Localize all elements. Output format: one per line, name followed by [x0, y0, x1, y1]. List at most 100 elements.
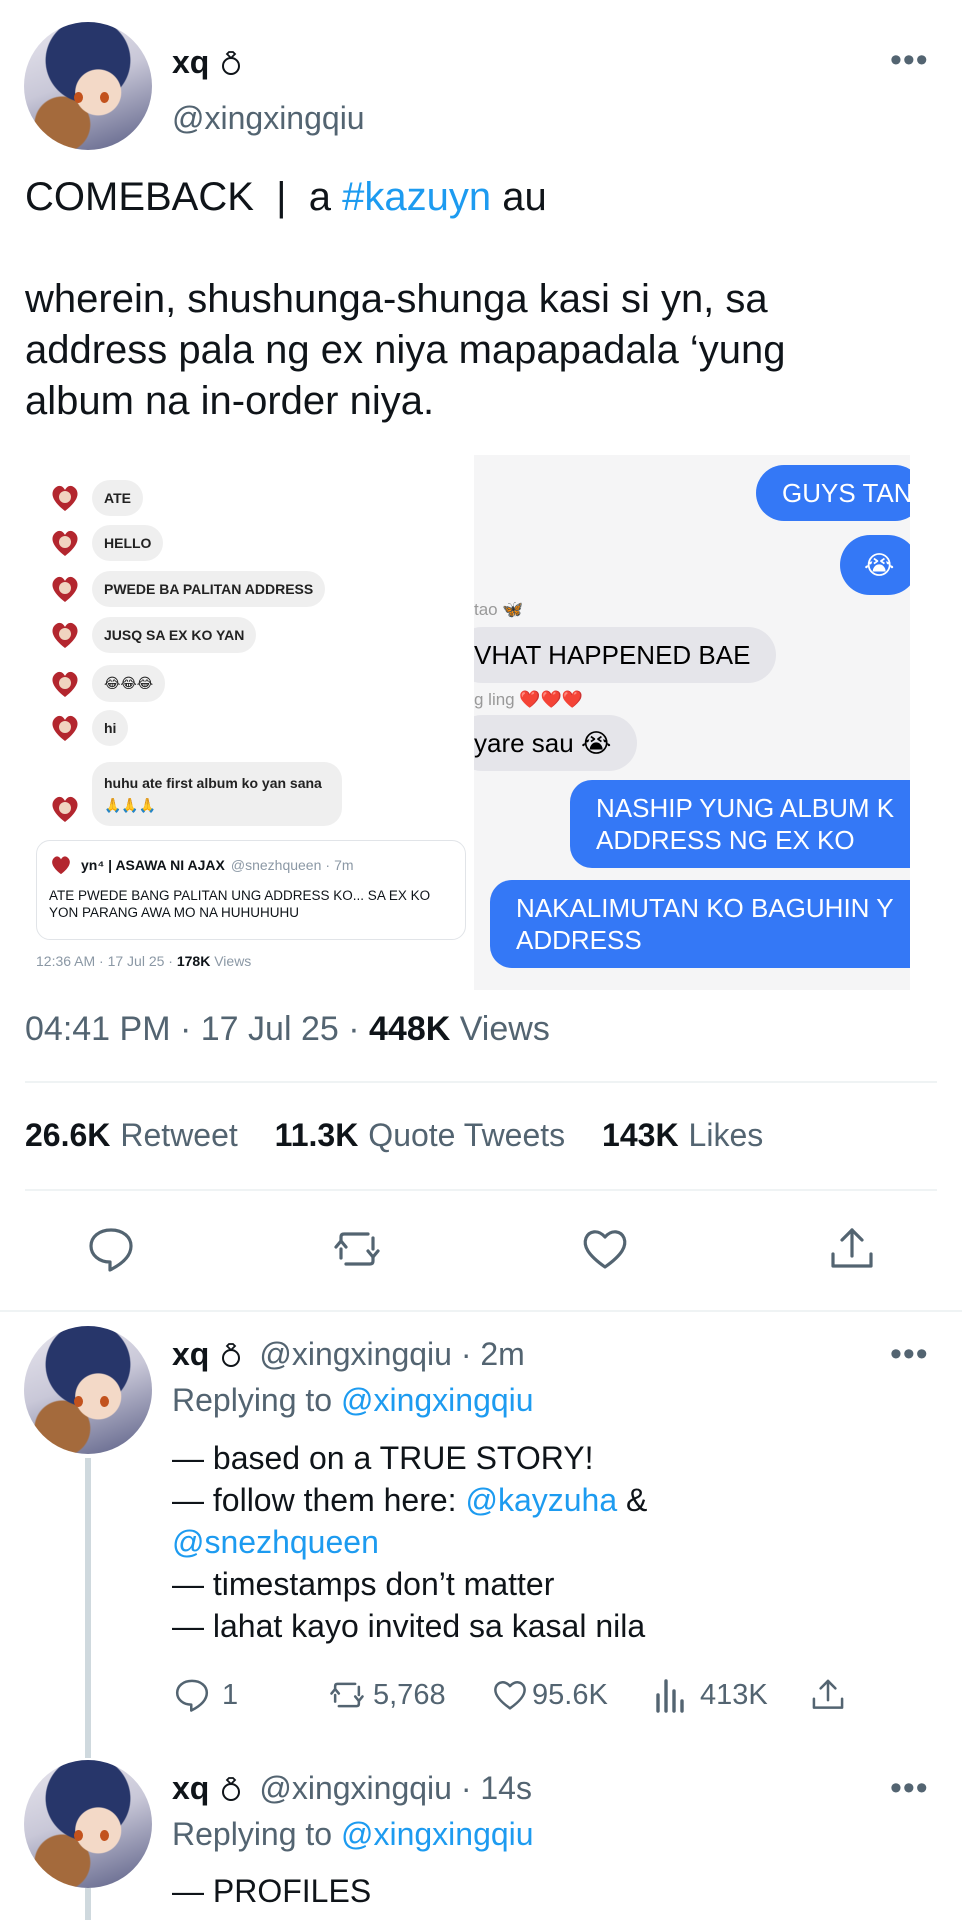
- received-bubble: yare sau 😭: [474, 715, 638, 771]
- sent-bubble: NAKALIMUTAN KO BAGUHIN Y ADDRESS: [490, 880, 910, 968]
- quoted-text: ATE PWEDE BANG PALITAN UNG ADDRESS KO...…: [49, 888, 431, 920]
- thread-line: [85, 1888, 91, 1920]
- heart-avatar-icon: [52, 671, 78, 697]
- reply-header[interactable]: xq @xingxingqiu · 2m: [172, 1336, 525, 1373]
- replying-to: Replying to @xingxingqiu: [172, 1816, 534, 1853]
- quoted-handle: @snezhqueen: [230, 857, 322, 873]
- reply-text-line: @snezhqueen: [172, 1521, 647, 1563]
- sent-bubble: NASHIP YUNG ALBUM K ADDRESS NG EX KO: [570, 780, 910, 868]
- media-image-left[interactable]: ATE HELLO PWEDE BA PALITAN ADDRESS JUSQ …: [26, 455, 474, 990]
- more-dots-icon[interactable]: •••: [890, 1337, 929, 1371]
- handle-and-time[interactable]: @xingxingqiu · 2m: [259, 1336, 524, 1373]
- more-dots-icon[interactable]: •••: [890, 43, 929, 77]
- reply-header[interactable]: xq @xingxingqiu · 14s: [172, 1770, 532, 1807]
- mention-link[interactable]: @kayzuha: [465, 1482, 617, 1518]
- avatar[interactable]: [24, 1760, 152, 1888]
- heart-avatar-icon: [52, 485, 78, 511]
- sent-bubble-line: ADDRESS NG EX KO: [596, 825, 855, 855]
- bar-chart-icon: [656, 1679, 684, 1713]
- share-button[interactable]: [808, 1675, 848, 1715]
- separator-dot: ·: [348, 1010, 369, 1048]
- tweet-body-line: address pala ng ex niya mapapadala ‘yung: [25, 328, 786, 372]
- divider: [0, 1310, 962, 1312]
- ring-icon: [222, 50, 241, 75]
- quoted-tweet[interactable]: yn⁴ | ASAWA NI AJAX @snezhqueen · 7m ATE…: [36, 840, 466, 940]
- media-image-right[interactable]: GUYS TAN 😭 tao 🦋 VHAT HAPPENED BAE g lin…: [474, 455, 910, 990]
- separator-dot: ·: [325, 857, 331, 873]
- sent-bubble-line: NASHIP YUNG ALBUM K: [596, 793, 895, 823]
- display-name[interactable]: xq: [172, 1336, 209, 1373]
- hashtag-link[interactable]: #kazuyn: [342, 175, 491, 219]
- tweet-body-line: wherein, shushunga-shunga kasi si yn, sa: [25, 277, 768, 321]
- quotes-stat[interactable]: 11.3K Quote Tweets: [275, 1117, 565, 1153]
- sent-bubble: 😭: [840, 535, 910, 595]
- share-icon[interactable]: [825, 1222, 879, 1276]
- retweets-stat[interactable]: 26.6K Retweet: [25, 1117, 238, 1153]
- reply-action-bar: 1 5,768 95.6K 413K: [172, 1675, 852, 1721]
- chat-bubble: hi: [92, 710, 129, 746]
- sender-name: g ling ❤️❤️❤️: [474, 690, 583, 709]
- divider: [25, 1081, 937, 1083]
- reply-button[interactable]: 1: [172, 1675, 238, 1715]
- mention-link[interactable]: @xingxingqiu: [341, 1816, 534, 1852]
- avatar[interactable]: [24, 1326, 152, 1454]
- ring-icon: [222, 1342, 241, 1367]
- like-button[interactable]: 95.6K: [490, 1675, 608, 1715]
- engagement-stats: 26.6K Retweet 11.3K Quote Tweets 143K Likes: [25, 1117, 791, 1154]
- sent-bubble-line: ADDRESS: [516, 925, 642, 955]
- reply-text: — PROFILES: [172, 1870, 371, 1912]
- divider: [25, 1189, 937, 1191]
- retweets-label: Retweet: [120, 1117, 238, 1153]
- heart-avatar-icon: [52, 530, 78, 556]
- tweet-text-suffix: au: [491, 175, 547, 219]
- chat-message: huhu ate first album ko yan sana 🙏🙏🙏: [48, 762, 342, 826]
- tweet-meta: 04:41 PM · 17 Jul 25 · 448K Views: [25, 1010, 550, 1049]
- more-dots-icon[interactable]: •••: [890, 1771, 929, 1805]
- chat-bubble: PWEDE BA PALITAN ADDRESS: [92, 571, 326, 607]
- heart-avatar-icon: [52, 622, 78, 648]
- quotes-label: Quote Tweets: [368, 1117, 566, 1153]
- share-icon: [812, 1679, 844, 1709]
- like-count: 95.6K: [532, 1678, 608, 1711]
- chat-bubble: huhu ate first album ko yan sana 🙏🙏🙏: [92, 762, 342, 826]
- replying-to: Replying to @xingxingqiu: [172, 1382, 534, 1419]
- tweet-media[interactable]: ATE HELLO PWEDE BA PALITAN ADDRESS JUSQ …: [26, 455, 910, 990]
- tweet-text-prefix: COMEBACK | a: [25, 175, 343, 219]
- avatar[interactable]: [24, 22, 152, 150]
- quoted-time: 7m: [334, 857, 354, 873]
- chat-message: PWEDE BA PALITAN ADDRESS: [48, 571, 326, 607]
- reply-text-segment: — follow them here:: [172, 1482, 466, 1518]
- image-footer-views-label: Views: [214, 953, 252, 969]
- display-name[interactable]: xq: [172, 1770, 209, 1807]
- quotes-count: 11.3K: [274, 1117, 359, 1153]
- mention-link[interactable]: @snezhqueen: [172, 1524, 379, 1560]
- display-name[interactable]: xq: [172, 44, 209, 81]
- retweets-count: 26.6K: [25, 1117, 111, 1153]
- heart-avatar-icon: [52, 576, 78, 602]
- speech-bubble-icon[interactable]: [84, 1222, 138, 1276]
- chat-message: hi: [48, 710, 129, 746]
- chat-bubble: ATE: [92, 480, 143, 516]
- author-name-row[interactable]: xq: [172, 44, 245, 81]
- handle[interactable]: @xingxingqiu: [172, 100, 365, 137]
- heart-icon[interactable]: [578, 1222, 632, 1276]
- likes-count: 143K: [602, 1117, 679, 1153]
- mention-link[interactable]: @xingxingqiu: [341, 1382, 534, 1418]
- retweet-button[interactable]: 5,768: [327, 1675, 446, 1715]
- reply-text: — based on a TRUE STORY! — follow them h…: [172, 1437, 647, 1647]
- handle-and-time[interactable]: @xingxingqiu · 14s: [259, 1770, 532, 1807]
- heart-avatar-icon: [52, 856, 70, 875]
- quoted-tweet-header: yn⁴ | ASAWA NI AJAX @snezhqueen · 7m: [49, 853, 453, 877]
- replying-to-label: Replying to: [172, 1382, 341, 1418]
- tweet-date[interactable]: 17 Jul 25: [201, 1010, 339, 1048]
- views-count: 448K: [369, 1010, 451, 1048]
- views-button[interactable]: 413K: [652, 1675, 768, 1715]
- retweet-icon[interactable]: [330, 1222, 384, 1276]
- chat-bubble: 😂😂😂: [92, 665, 166, 702]
- chat-bubble: HELLO: [92, 525, 164, 561]
- reply-text-line: — PROFILES: [172, 1873, 372, 1909]
- tweet-time[interactable]: 04:41 PM: [25, 1010, 171, 1048]
- heart-avatar-icon: [52, 796, 78, 822]
- tweet-text: COMEBACK | a #kazuyn au: [25, 172, 547, 223]
- likes-stat[interactable]: 143K Likes: [602, 1117, 763, 1153]
